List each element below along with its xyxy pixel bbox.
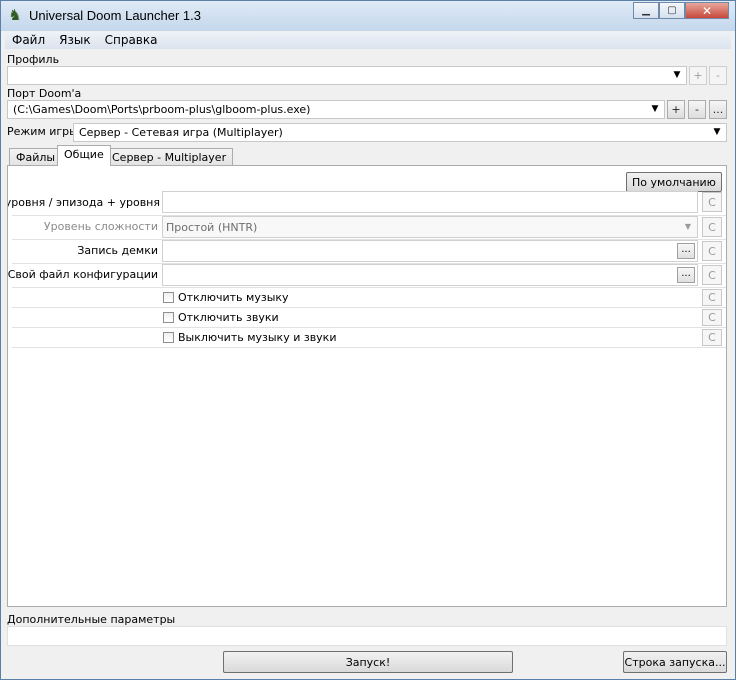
maximize-button[interactable]: ▢	[659, 2, 685, 19]
menu-bar: Файл Язык Справка	[5, 32, 731, 49]
disable-all-audio-clear-button[interactable]: C	[702, 329, 722, 346]
general-panel: По умолчанию ер уровня / эпизода + уровн…	[7, 165, 727, 607]
disable-music-checkbox[interactable]: Отключить музыку	[163, 291, 289, 304]
disable-sounds-checkbox[interactable]: Отключить звуки	[163, 311, 279, 324]
difficulty-clear-button[interactable]: C	[702, 217, 722, 237]
level-label: ер уровня / эпизода + уровня	[8, 196, 160, 209]
port-value: (C:\Games\Doom\Ports\prboom-plus\glboom-…	[13, 103, 311, 116]
extra-params-input[interactable]	[7, 626, 727, 646]
difficulty-label: Уровень сложности	[43, 220, 158, 233]
launcher-window: ♞ Universal Doom Launcher 1.3 ▁ ▢ ✕ Файл…	[0, 0, 736, 680]
checkbox-box	[163, 332, 174, 343]
difficulty-value: Простой (HNTR)	[166, 221, 258, 234]
disable-sounds-label: Отключить звуки	[178, 311, 279, 324]
menu-language[interactable]: Язык	[52, 32, 97, 49]
window-title: Universal Doom Launcher 1.3	[29, 8, 201, 23]
row-divider	[12, 307, 726, 308]
demo-label: Запись демки	[77, 244, 158, 257]
close-icon: ✕	[701, 3, 713, 18]
demo-input[interactable]: ...	[162, 240, 698, 262]
config-browse-button[interactable]: ...	[677, 267, 695, 283]
mode-select[interactable]: Сервер - Сетевая игра (Multiplayer) ▼	[73, 123, 727, 142]
title-bar[interactable]: ♞ Universal Doom Launcher 1.3 ▁ ▢ ✕	[1, 1, 735, 31]
tab-server-multiplayer[interactable]: Сервер - Multiplayer	[105, 148, 234, 166]
minimize-button[interactable]: ▁	[633, 2, 659, 19]
menu-help[interactable]: Справка	[98, 32, 165, 49]
tab-general[interactable]: Общие	[57, 145, 111, 166]
config-input[interactable]: ...	[162, 264, 698, 286]
minimize-icon: ▁	[642, 5, 650, 16]
profile-remove-button[interactable]: -	[709, 66, 727, 85]
row-divider	[12, 327, 726, 328]
disable-all-audio-checkbox[interactable]: Выключить музыку и звуки	[163, 331, 336, 344]
config-label: Свой файл конфигурации	[7, 268, 158, 281]
row-divider	[12, 287, 726, 288]
chevron-down-icon: ▼	[684, 222, 691, 231]
close-button[interactable]: ✕	[685, 2, 729, 19]
row-divider	[12, 347, 726, 348]
disable-music-label: Отключить музыку	[178, 291, 289, 304]
port-remove-button[interactable]: -	[688, 100, 706, 119]
menu-file[interactable]: Файл	[5, 32, 52, 49]
defaults-button[interactable]: По умолчанию	[626, 172, 722, 192]
config-clear-button[interactable]: C	[702, 265, 722, 285]
extra-params-label: Дополнительные параметры	[7, 613, 176, 626]
level-label-clip: ер уровня / эпизода + уровня	[8, 191, 160, 213]
checkbox-box	[163, 312, 174, 323]
mode-value: Сервер - Сетевая игра (Multiplayer)	[79, 126, 283, 139]
disable-all-audio-label: Выключить музыку и звуки	[178, 331, 337, 344]
tab-files[interactable]: Файлы	[9, 148, 63, 166]
port-add-button[interactable]: +	[667, 100, 685, 119]
demo-browse-button[interactable]: ...	[677, 243, 695, 259]
level-clear-button[interactable]: C	[702, 192, 722, 212]
difficulty-select[interactable]: Простой (HNTR) ▼	[162, 216, 698, 238]
command-line-button[interactable]: Строка запуска...	[623, 651, 727, 673]
profile-add-button[interactable]: +	[689, 66, 707, 85]
maximize-icon: ▢	[667, 5, 677, 16]
disable-music-clear-button[interactable]: C	[702, 289, 722, 306]
checkbox-box	[163, 292, 174, 303]
chevron-down-icon: ▼	[713, 127, 721, 137]
doom-launcher-icon: ♞	[8, 6, 22, 24]
demo-clear-button[interactable]: C	[702, 241, 722, 261]
launch-button[interactable]: Запуск!	[223, 651, 513, 673]
mode-label: Режим игры	[7, 125, 78, 138]
port-select[interactable]: (C:\Games\Doom\Ports\prboom-plus\glboom-…	[7, 100, 665, 119]
chevron-down-icon: ▼	[651, 104, 659, 114]
profile-label: Профиль	[7, 53, 60, 66]
chevron-down-icon: ▼	[673, 70, 681, 80]
disable-sounds-clear-button[interactable]: C	[702, 309, 722, 326]
profile-select[interactable]: ▼	[7, 66, 687, 85]
port-browse-button[interactable]: ...	[709, 100, 727, 119]
level-input[interactable]	[162, 191, 698, 213]
port-label: Порт Doom'a	[7, 87, 82, 100]
